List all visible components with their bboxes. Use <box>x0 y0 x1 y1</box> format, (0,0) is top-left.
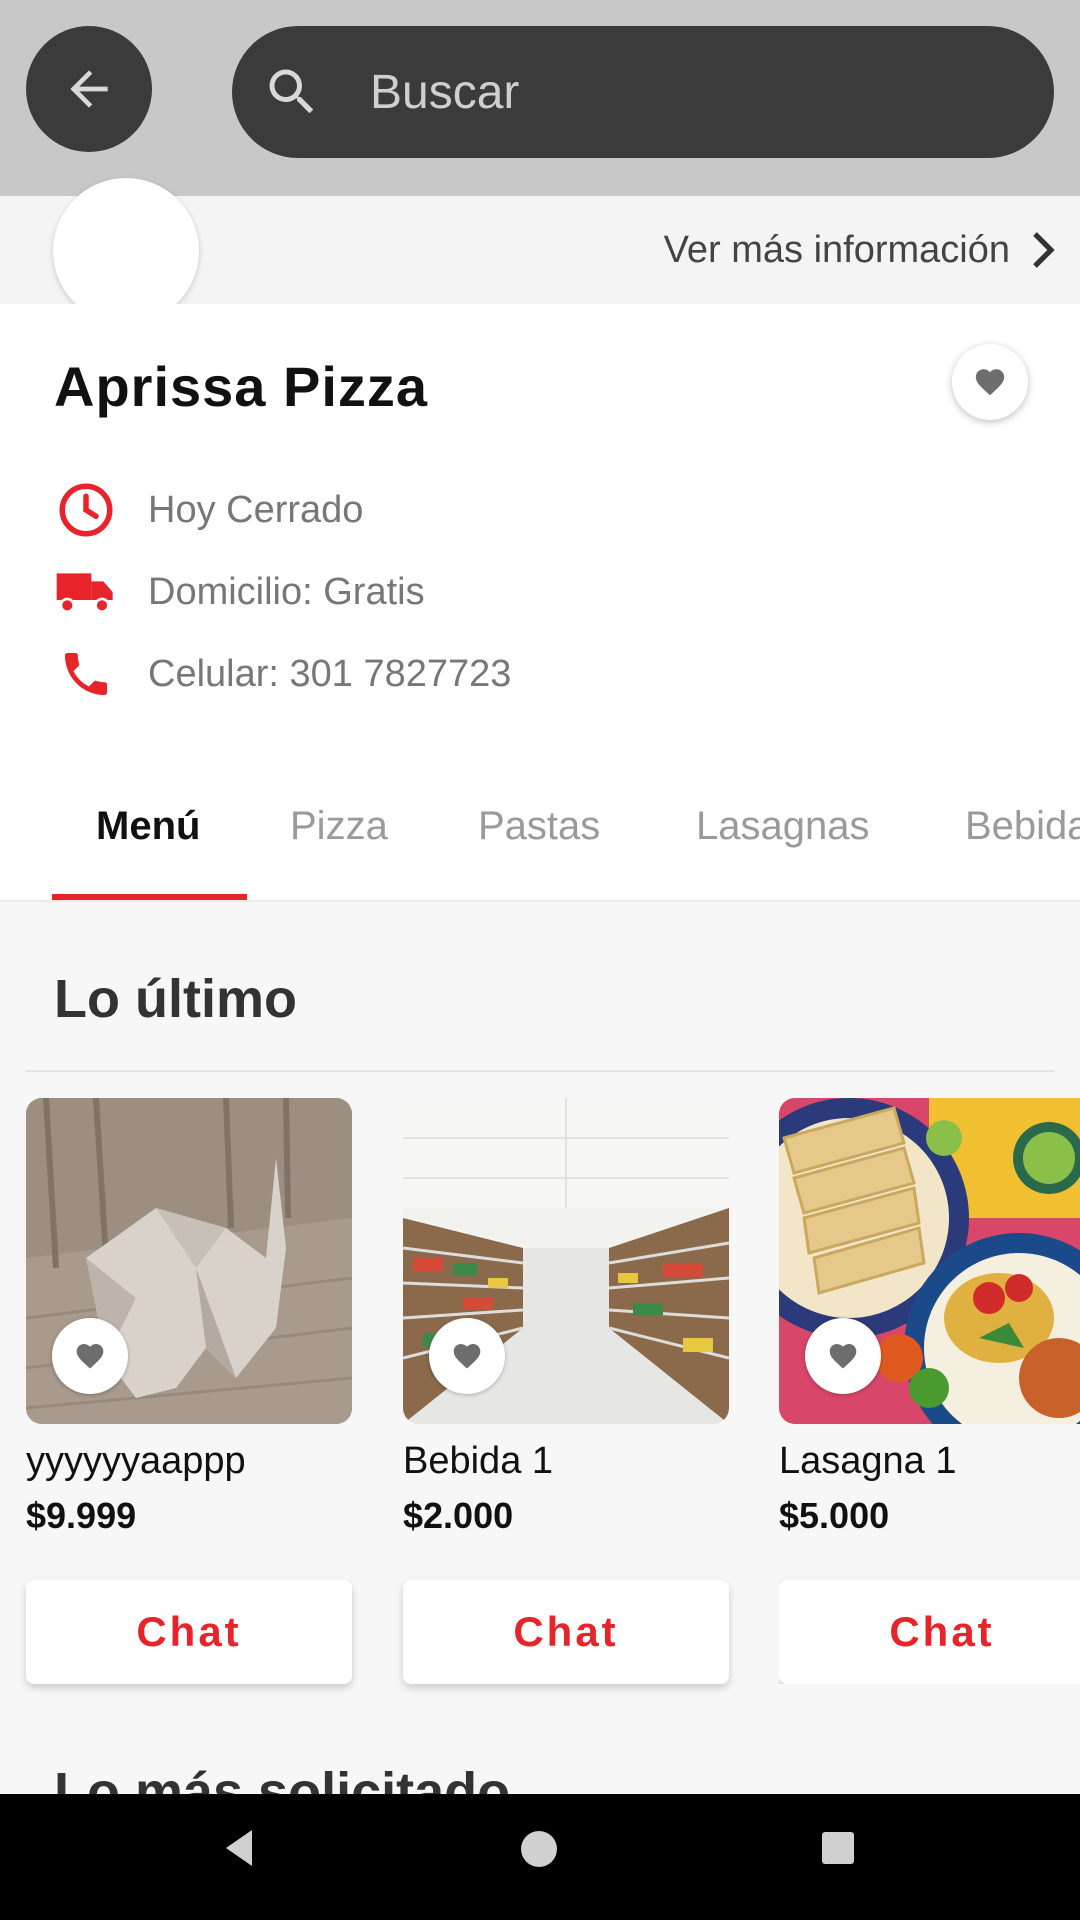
store-status-row: Hoy Cerrado <box>54 478 363 542</box>
store-name: Aprissa Pizza <box>54 355 429 418</box>
product-card[interactable]: Bebida 1 $2.000 Chat <box>403 1098 729 1684</box>
heart-icon <box>76 1344 104 1369</box>
section-divider <box>26 1070 1054 1072</box>
store-avatar <box>53 178 199 324</box>
system-nav-bar <box>0 1794 1080 1920</box>
chat-button[interactable]: Chat <box>779 1580 1080 1684</box>
search-input[interactable] <box>370 56 1010 128</box>
phone-row[interactable]: Celular: 301 7827723 <box>54 642 511 706</box>
tab-lasagnas[interactable]: Lasagnas <box>696 796 869 856</box>
product-image[interactable] <box>403 1098 729 1424</box>
truck-icon <box>56 573 113 614</box>
more-info-label: Ver más información <box>663 228 1010 271</box>
clock-icon <box>59 483 113 537</box>
more-info-link[interactable]: Ver más información <box>664 196 1058 304</box>
active-tab-indicator <box>52 894 247 900</box>
tab-bebidas[interactable]: Bebida <box>965 796 1080 856</box>
category-tabs: Menú Pizza Pastas Lasagnas Bebida <box>0 760 1080 902</box>
delivery-row: Domicilio: Gratis <box>54 560 425 624</box>
delivery-info: Domicilio: Gratis <box>148 570 425 613</box>
nav-home-icon[interactable] <box>521 1831 557 1867</box>
chevron-right-icon <box>1033 232 1055 268</box>
favorite-product-button[interactable] <box>52 1318 128 1394</box>
search-bar[interactable] <box>232 26 1054 158</box>
favorite-product-button[interactable] <box>805 1318 881 1394</box>
tab-pastas[interactable]: Pastas <box>478 796 600 856</box>
product-price: $2.000 <box>403 1495 514 1536</box>
product-card[interactable]: Lasagna 1 $5.000 Chat <box>779 1098 1080 1684</box>
product-name: yyyyyyaappp <box>26 1440 246 1482</box>
product-image[interactable] <box>779 1098 1080 1424</box>
chat-button[interactable]: Chat <box>26 1580 352 1684</box>
product-card[interactable]: yyyyyyaappp $9.999 Chat <box>26 1098 352 1684</box>
product-price: $5.000 <box>779 1495 890 1536</box>
tab-menu[interactable]: Menú <box>96 796 200 856</box>
back-button[interactable] <box>26 26 152 152</box>
tab-pizza[interactable]: Pizza <box>290 796 388 856</box>
heart-icon <box>975 369 1005 396</box>
product-name: Lasagna 1 <box>779 1440 957 1482</box>
nav-recents-icon[interactable] <box>822 1832 854 1864</box>
section-title-most-requested: Lo más solicitado <box>54 1762 511 1794</box>
favorite-store-button[interactable] <box>952 344 1028 420</box>
heart-icon <box>453 1344 481 1369</box>
section-title-latest: Lo último <box>54 969 297 1029</box>
product-name: Bebida 1 <box>403 1440 554 1482</box>
chat-button[interactable]: Chat <box>403 1580 729 1684</box>
heart-icon <box>829 1344 857 1369</box>
product-image[interactable] <box>26 1098 352 1424</box>
favorite-product-button[interactable] <box>429 1318 505 1394</box>
phone-number: Celular: 301 7827723 <box>148 652 512 695</box>
search-icon <box>269 69 314 114</box>
arrow-left-icon <box>70 70 108 108</box>
nav-back-icon[interactable] <box>222 1828 256 1868</box>
phone-icon <box>65 653 107 695</box>
store-status: Hoy Cerrado <box>148 488 364 531</box>
product-price: $9.999 <box>26 1495 137 1536</box>
